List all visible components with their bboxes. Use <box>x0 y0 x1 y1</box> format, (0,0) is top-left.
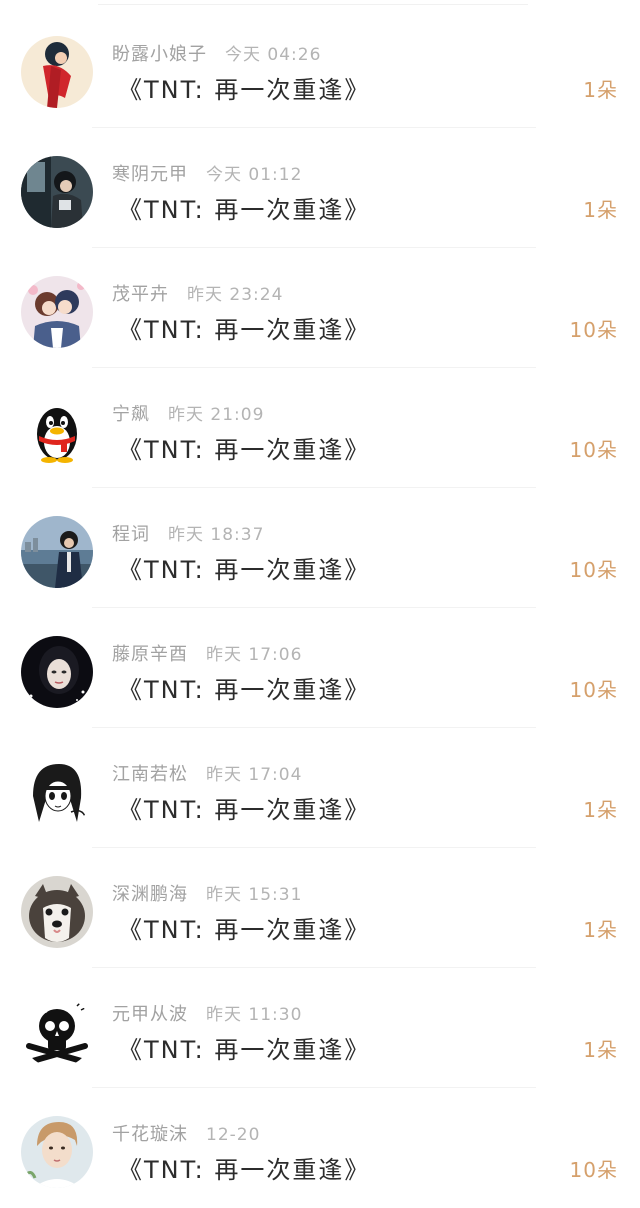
user-name[interactable]: 藤原辛酉 <box>112 644 188 665</box>
row-meta: 千花璇沫 12-20 <box>112 1120 260 1146</box>
timestamp: 昨天 21:09 <box>168 405 265 425</box>
book-title[interactable]: 《TNT: 再一次重逢》 <box>118 790 370 825</box>
flower-count: 10朵 <box>569 1158 618 1182</box>
list-item[interactable]: 千花璇沫 12-20 《TNT: 再一次重逢》 10朵 <box>0 1088 640 1208</box>
list-item[interactable]: 元甲从波 昨天 11:30 《TNT: 再一次重逢》 1朵 <box>0 968 640 1088</box>
row-meta: 茂平卉 昨天 23:24 <box>112 280 283 306</box>
flower-count: 1朵 <box>583 198 618 222</box>
row-meta: 程词 昨天 18:37 <box>112 520 264 546</box>
list-item[interactable]: 寒阴元甲 今天 01:12 《TNT: 再一次重逢》 1朵 <box>0 128 640 248</box>
book-title[interactable]: 《TNT: 再一次重逢》 <box>118 1150 370 1185</box>
timestamp: 今天 01:12 <box>206 165 303 185</box>
row-meta: 深渊鹏海 昨天 15:31 <box>112 880 302 906</box>
book-title[interactable]: 《TNT: 再一次重逢》 <box>118 910 370 945</box>
user-name[interactable]: 程词 <box>112 524 150 545</box>
top-divider <box>98 4 528 5</box>
book-title[interactable]: 《TNT: 再一次重逢》 <box>118 310 370 345</box>
book-title[interactable]: 《TNT: 再一次重逢》 <box>118 550 370 585</box>
row-meta: 寒阴元甲 今天 01:12 <box>112 160 302 186</box>
avatar-girl-night-icon[interactable] <box>21 636 93 708</box>
avatar-husky-puppy-icon[interactable] <box>21 876 93 948</box>
avatar-penguin-icon[interactable] <box>21 396 93 468</box>
row-meta: 宁飙 昨天 21:09 <box>112 400 264 426</box>
user-name[interactable]: 千花璇沫 <box>112 1124 188 1145</box>
user-name[interactable]: 寒阴元甲 <box>112 164 188 185</box>
avatar-girl-window-icon[interactable] <box>21 156 93 228</box>
user-name[interactable]: 茂平卉 <box>112 284 169 305</box>
book-title[interactable]: 《TNT: 再一次重逢》 <box>118 70 370 105</box>
book-title[interactable]: 《TNT: 再一次重逢》 <box>118 1030 370 1065</box>
timestamp: 昨天 15:31 <box>206 885 303 905</box>
flower-count: 1朵 <box>583 798 618 822</box>
avatar-skull-crossbones-icon[interactable] <box>21 996 93 1068</box>
user-name[interactable]: 盼露小娘子 <box>112 44 207 65</box>
user-name[interactable]: 宁飙 <box>112 404 150 425</box>
flower-count: 1朵 <box>583 1038 618 1062</box>
avatar-boy-portrait-icon[interactable] <box>21 1116 93 1188</box>
gift-record-list: 盼露小娘子 今天 04:26 《TNT: 再一次重逢》 1朵 寒阴元甲 今天 01:… <box>0 0 640 1192</box>
flower-count: 1朵 <box>583 78 618 102</box>
flower-count: 10朵 <box>569 678 618 702</box>
row-meta: 元甲从波 昨天 11:30 <box>112 1000 302 1026</box>
timestamp: 昨天 23:24 <box>187 285 284 305</box>
timestamp: 今天 04:26 <box>225 45 322 65</box>
timestamp: 昨天 11:30 <box>206 1005 303 1025</box>
user-name[interactable]: 深渊鹏海 <box>112 884 188 905</box>
book-title[interactable]: 《TNT: 再一次重逢》 <box>118 670 370 705</box>
list-item[interactable]: 江南若松 昨天 17:04 《TNT: 再一次重逢》 1朵 <box>0 728 640 848</box>
flower-count: 10朵 <box>569 438 618 462</box>
avatar-manga-girl-icon[interactable] <box>21 756 93 828</box>
flower-count: 1朵 <box>583 918 618 942</box>
timestamp: 昨天 18:37 <box>168 525 265 545</box>
avatar-girl-red-dress-icon[interactable] <box>21 36 93 108</box>
list-item[interactable]: 茂平卉 昨天 23:24 《TNT: 再一次重逢》 10朵 <box>0 248 640 368</box>
book-title[interactable]: 《TNT: 再一次重逢》 <box>118 430 370 465</box>
list-item[interactable]: 深渊鹏海 昨天 15:31 《TNT: 再一次重逢》 1朵 <box>0 848 640 968</box>
timestamp: 12-20 <box>206 1125 261 1145</box>
row-meta: 盼露小娘子 今天 04:26 <box>112 40 321 66</box>
user-name[interactable]: 江南若松 <box>112 764 188 785</box>
avatar-anime-couple-icon[interactable] <box>21 276 93 348</box>
list-item[interactable]: 宁飙 昨天 21:09 《TNT: 再一次重逢》 10朵 <box>0 368 640 488</box>
row-meta: 藤原辛酉 昨天 17:06 <box>112 640 302 666</box>
timestamp: 昨天 17:06 <box>206 645 303 665</box>
avatar-man-waterfront-icon[interactable] <box>21 516 93 588</box>
flower-count: 10朵 <box>569 558 618 582</box>
list-item[interactable]: 程词 昨天 18:37 《TNT: 再一次重逢》 10朵 <box>0 488 640 608</box>
timestamp: 昨天 17:04 <box>206 765 303 785</box>
row-meta: 江南若松 昨天 17:04 <box>112 760 302 786</box>
list-item[interactable]: 盼露小娘子 今天 04:26 《TNT: 再一次重逢》 1朵 <box>0 8 640 128</box>
list-item[interactable]: 藤原辛酉 昨天 17:06 《TNT: 再一次重逢》 10朵 <box>0 608 640 728</box>
book-title[interactable]: 《TNT: 再一次重逢》 <box>118 190 370 225</box>
flower-count: 10朵 <box>569 318 618 342</box>
user-name[interactable]: 元甲从波 <box>112 1004 188 1025</box>
